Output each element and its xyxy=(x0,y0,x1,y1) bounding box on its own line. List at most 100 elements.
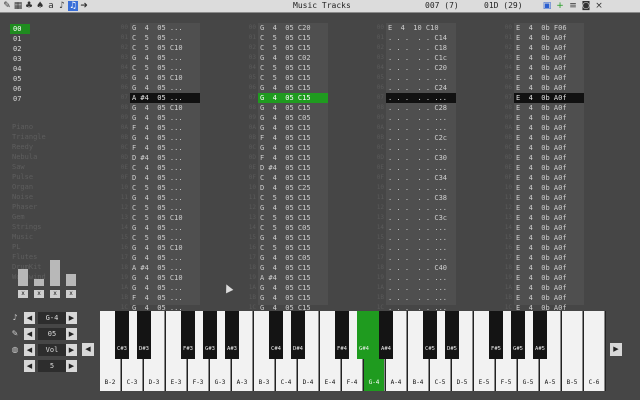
track-row[interactable]: E 4 0b A0f xyxy=(514,143,584,153)
track-row[interactable]: D #4 05 ... xyxy=(130,153,200,163)
track-row[interactable]: . . . . . ... xyxy=(386,273,456,283)
track-row[interactable]: E 4 0b A0f xyxy=(514,133,584,143)
track-row[interactable]: . . . . . C18 xyxy=(386,43,456,53)
channel-mute-toggle[interactable]: x xyxy=(50,290,60,298)
control-value[interactable]: G-4 xyxy=(38,312,66,324)
track-row[interactable]: G 4 05 C10 xyxy=(130,103,200,113)
decrement-button[interactable]: ◀ xyxy=(24,360,35,372)
track-row[interactable]: . . . . . ... xyxy=(386,143,456,153)
track-row[interactable]: E 4 10 C10 xyxy=(386,23,456,33)
track-row[interactable]: C 5 05 C15 xyxy=(258,63,328,73)
map-icon[interactable]: ▦ xyxy=(13,1,23,11)
track-row[interactable]: E 4 0b A0f xyxy=(514,103,584,113)
piano-keyboard[interactable]: B-2 C-3 D-3 E-3 F-3 G-3 A-3 B-3 C-4 D-4 E-4 F-4 G-4 A… xyxy=(100,311,606,391)
control-value[interactable]: 5 xyxy=(38,360,66,372)
track-row[interactable]: . . . . . ... xyxy=(386,123,456,133)
track-row[interactable]: G 4 05 ... xyxy=(130,133,200,143)
track-row[interactable]: E 4 0b A0f xyxy=(514,153,584,163)
track-row[interactable]: . . . . . ... xyxy=(386,163,456,173)
arrow-icon[interactable]: ➜ xyxy=(79,1,89,11)
track-row[interactable]: C 5 05 C15 xyxy=(258,243,328,253)
track-row[interactable]: C 4 05 ... xyxy=(130,163,200,173)
track-row[interactable]: G 4 05 C15 xyxy=(258,283,328,293)
channel-mute-toggle[interactable]: x xyxy=(34,290,44,298)
instrument-item[interactable]: Reedy xyxy=(10,142,82,152)
track-row[interactable]: E 4 0b A0f xyxy=(514,283,584,293)
track-row[interactable]: . . . . . ... xyxy=(386,243,456,253)
track-row[interactable]: . . . . . C3c xyxy=(386,213,456,223)
pattern-item[interactable]: 05 xyxy=(10,74,30,84)
track-row[interactable]: G 4 05 C15 xyxy=(258,123,328,133)
track-row[interactable]: E 4 0b A0f xyxy=(514,183,584,193)
track-row[interactable]: G 4 05 ... xyxy=(130,193,200,203)
track-row[interactable]: G 4 05 C05 xyxy=(258,253,328,263)
instrument-item[interactable]: Piano xyxy=(10,122,82,132)
track-row[interactable]: E 4 0b A0f xyxy=(514,263,584,273)
instrument-item[interactable]: Organ xyxy=(10,182,82,192)
track-row[interactable]: . . . . . ... xyxy=(386,293,456,303)
track-row[interactable]: G 4 05 C15 xyxy=(258,103,328,113)
track-row[interactable]: . . . . . C20 xyxy=(386,63,456,73)
track-row[interactable]: E 4 0b A0f xyxy=(514,113,584,123)
track-row[interactable]: E 4 0b A0f xyxy=(514,93,584,103)
track-row[interactable]: A #4 05 ... xyxy=(130,93,200,103)
track-row[interactable]: . . . . . ... xyxy=(386,283,456,293)
track-row[interactable]: G 4 05 C10 xyxy=(130,73,200,83)
piano-black-key[interactable]: D#4 xyxy=(291,311,305,359)
track-row[interactable]: E 4 0b A0f xyxy=(514,233,584,243)
track-row[interactable]: E 4 0b A0f xyxy=(514,163,584,173)
instrument-item[interactable]: PL xyxy=(10,242,82,252)
channel-mute-toggle[interactable]: x xyxy=(66,290,76,298)
font-icon[interactable]: a xyxy=(46,1,56,11)
track-row[interactable]: . . . . . ... xyxy=(386,233,456,243)
sprite-icon[interactable]: ♣ xyxy=(24,1,34,11)
piano-black-key[interactable]: G#5 xyxy=(511,311,525,359)
track-row[interactable]: E 4 0b A0f xyxy=(514,123,584,133)
instrument-item[interactable]: Saw xyxy=(10,162,82,172)
track-row[interactable]: F 4 05 ... xyxy=(130,143,200,153)
track-row[interactable]: C 5 05 ... xyxy=(130,203,200,213)
instrument-item[interactable]: Strings xyxy=(10,222,82,232)
track-row[interactable]: . . . . . C2c xyxy=(386,133,456,143)
track-row[interactable]: . . . . . C30 xyxy=(386,153,456,163)
pattern-item[interactable]: 07 xyxy=(10,94,30,104)
tree-icon[interactable]: ♠ xyxy=(35,1,45,11)
piano-black-key[interactable]: A#3 xyxy=(225,311,239,359)
track-row[interactable]: G 4 05 C15 xyxy=(258,263,328,273)
track-row[interactable]: G 4 05 ... xyxy=(130,253,200,263)
track-row[interactable]: E 4 0b A0f xyxy=(514,33,584,43)
track-column[interactable]: E 4 0b F06 E 4 0b A0f E 4 0b A0f E 4 0b A0f… xyxy=(514,23,584,312)
piano-black-key[interactable]: D#3 xyxy=(137,311,151,359)
track-row[interactable]: . . . . . C24 xyxy=(386,83,456,93)
piano-black-key[interactable]: C#5 xyxy=(423,311,437,359)
instrument-item[interactable]: Triangle xyxy=(10,132,82,142)
piano-black-key[interactable]: C#4 xyxy=(269,311,283,359)
track-row[interactable]: G 4 05 ... xyxy=(130,23,200,33)
instrument-item[interactable]: Music xyxy=(10,232,82,242)
track-row[interactable]: E 4 0b A0f xyxy=(514,63,584,73)
track-row[interactable]: G 4 05 ... xyxy=(130,53,200,63)
track-row[interactable]: G 4 05 C15 xyxy=(258,93,328,103)
track-row[interactable]: E 4 0b A0f xyxy=(514,293,584,303)
track-row[interactable]: . . . . . ... xyxy=(386,73,456,83)
track-row[interactable]: C 5 05 ... xyxy=(130,33,200,43)
track-column[interactable]: E 4 10 C10. . . . . C14. . . . . C18 . . … xyxy=(386,23,456,312)
track-row[interactable]: G 4 05 C15 xyxy=(258,233,328,243)
piano-black-key[interactable]: F#5 xyxy=(489,311,503,359)
track-row[interactable]: . . . . . C38 xyxy=(386,193,456,203)
track-row[interactable]: A #4 05 ... xyxy=(130,263,200,273)
track-row[interactable]: G 4 05 ... xyxy=(130,113,200,123)
pattern-item[interactable]: 00 xyxy=(10,24,30,34)
track-row[interactable]: C 5 05 C15 xyxy=(258,73,328,83)
track-row[interactable]: . . . . . C14 xyxy=(386,33,456,43)
track-row[interactable]: G 4 05 C15 xyxy=(258,83,328,93)
disk-icon[interactable]: ◙ xyxy=(581,1,591,11)
pencil-icon[interactable]: ✎ xyxy=(2,1,12,11)
track-row[interactable]: F 4 05 C15 xyxy=(258,133,328,143)
sfx-icon[interactable]: ♪ xyxy=(57,1,67,11)
decrement-button[interactable]: ◀ xyxy=(24,344,35,356)
track-row[interactable]: C 5 05 C15 xyxy=(258,43,328,53)
octave-right-button[interactable]: ▶ xyxy=(610,343,622,356)
pattern-item[interactable]: 03 xyxy=(10,54,30,64)
track-row[interactable]: E 4 0b A0f xyxy=(514,73,584,83)
